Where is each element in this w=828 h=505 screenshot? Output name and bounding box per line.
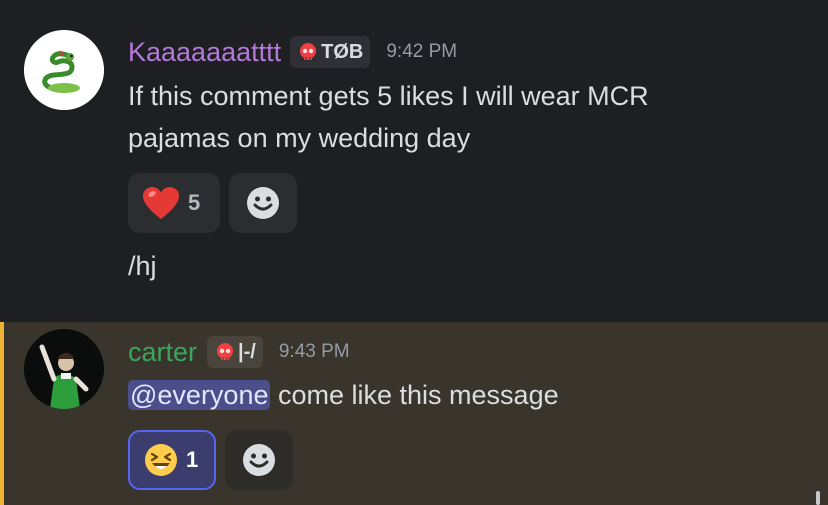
username[interactable]: carter [128, 334, 197, 370]
message-text-line: If this comment gets 5 likes I will wear… [128, 81, 649, 111]
role-tag[interactable]: |-/ [207, 336, 263, 368]
add-reaction-icon [243, 444, 275, 476]
scrollbar-thumb[interactable] [816, 491, 820, 505]
skull-icon [300, 43, 317, 60]
reaction-laughing[interactable]: 1 [128, 430, 216, 490]
avatar-carter[interactable] [24, 329, 104, 409]
skull-icon [217, 343, 234, 360]
message-header: Kaaaaaaatttt TØB 9:42 PM [128, 34, 457, 70]
message-followup-text: /hj [128, 251, 157, 281]
message-carter: carter |-/ 9:43 PM @everyone come like t… [0, 322, 828, 505]
reaction-count: 1 [186, 447, 199, 472]
add-reaction-button[interactable] [229, 173, 297, 233]
laughing-emoji-icon [145, 444, 177, 476]
message-text: come like this message [270, 380, 559, 410]
performer-photo-icon [24, 329, 104, 409]
message-text-line: pajamas on my wedding day [128, 123, 471, 153]
role-tag-label: |-/ [238, 340, 256, 363]
reactions: 1 [128, 430, 293, 490]
message-header: carter |-/ 9:43 PM [128, 334, 350, 370]
everyone-mention[interactable]: @everyone [128, 380, 271, 410]
timestamp: 9:42 PM [386, 41, 458, 62]
reactions: 5 [128, 173, 297, 233]
add-reaction-button[interactable] [225, 430, 293, 490]
message-kaaaaaaatttt: Kaaaaaaatttt TØB 9:42 PM If this comment… [0, 0, 828, 322]
chat-log: Kaaaaaaatttt TØB 9:42 PM If this comment… [0, 0, 828, 505]
heart-emoji-icon [143, 187, 179, 219]
message-content: If this comment gets 5 likes I will wear… [128, 75, 649, 159]
username[interactable]: Kaaaaaaatttt [128, 34, 281, 70]
snake-icon [24, 30, 104, 110]
add-reaction-icon [247, 187, 279, 219]
timestamp: 9:43 PM [278, 341, 350, 362]
avatar-snake[interactable] [24, 30, 104, 110]
reaction-heart[interactable]: 5 [128, 173, 220, 233]
role-tag[interactable]: TØB [290, 36, 371, 68]
message-content: @everyone come like this message [128, 374, 559, 416]
reaction-count: 5 [188, 190, 201, 215]
role-tag-label: TØB [321, 40, 364, 63]
